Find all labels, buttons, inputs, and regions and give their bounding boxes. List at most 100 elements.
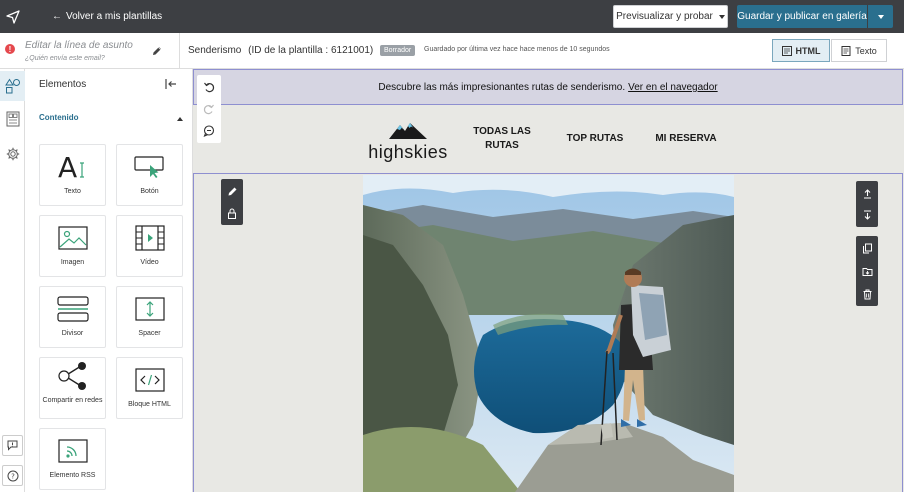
delete-block-button[interactable] xyxy=(859,286,875,302)
help-button[interactable]: ? xyxy=(2,465,23,486)
element-tile-text[interactable]: A Texto xyxy=(39,144,106,206)
nav-all-routes-line2: RUTAS xyxy=(485,140,519,151)
template-name: Senderismo xyxy=(188,45,242,56)
svg-text:?: ? xyxy=(11,472,15,480)
element-tile-spacer[interactable]: Spacer xyxy=(116,286,183,348)
element-tile-image[interactable]: Imagen xyxy=(39,215,106,277)
tile-label: Compartir en redes xyxy=(42,397,103,404)
layout-tab[interactable] xyxy=(0,104,25,134)
lock-icon xyxy=(228,208,236,219)
subject-line-input[interactable]: Editar la línea de asunto xyxy=(25,40,133,51)
tile-label: Spacer xyxy=(138,330,161,337)
template-info-bar: Senderismo (ID de la plantilla : 6121001… xyxy=(180,33,904,69)
view-html-label: HTML xyxy=(795,45,821,56)
alert-icon: ! xyxy=(5,44,15,54)
element-tile-button[interactable]: Botón xyxy=(116,144,183,206)
layout-icon xyxy=(6,111,19,127)
html-view-icon xyxy=(781,45,792,56)
nav-all-routes[interactable]: TODAS LAS RUTAS xyxy=(465,125,539,153)
move-down-icon xyxy=(863,209,871,220)
edit-block-button[interactable] xyxy=(224,183,240,199)
back-to-templates-label: Volver a mis plantillas xyxy=(66,11,163,22)
view-text-toggle[interactable]: Texto xyxy=(831,39,887,62)
share-icon xyxy=(57,362,86,390)
folder-save-icon xyxy=(862,267,872,276)
move-up-icon xyxy=(863,188,871,199)
pencil-icon[interactable] xyxy=(151,45,163,57)
block-actions-toolbar xyxy=(856,236,878,306)
email-header[interactable]: highskies TODAS LAS RUTAS TOP RUTAS MI R… xyxy=(193,105,904,173)
hero-image[interactable] xyxy=(363,175,734,492)
brand-logo: highskies xyxy=(367,119,449,163)
preheader-block[interactable]: Descubre las más impresionantes rutas de… xyxy=(193,69,903,105)
email-canvas[interactable]: Descubre las más impresionantes rutas de… xyxy=(193,69,904,492)
settings-tab[interactable] xyxy=(0,139,25,169)
elements-panel: Elementos Contenido A Texto Botón Imagen… xyxy=(25,69,193,492)
trash-icon xyxy=(863,289,871,299)
block-move-toolbar xyxy=(856,181,878,227)
text-view-icon xyxy=(841,45,851,56)
arrow-left-icon: ← xyxy=(52,11,62,22)
send-logo-icon[interactable] xyxy=(0,0,25,33)
view-html-toggle[interactable]: HTML xyxy=(772,39,830,62)
duplicate-block-button[interactable] xyxy=(859,240,875,256)
last-saved-text: Guardado por última vez hace hace menos … xyxy=(424,46,610,53)
gear-icon xyxy=(6,147,19,161)
template-id: (ID de la plantilla : 6121001) xyxy=(248,45,374,56)
feedback-icon xyxy=(7,440,18,451)
shapes-icon xyxy=(4,78,20,94)
element-tile-share[interactable]: Compartir en redes xyxy=(39,357,106,419)
chevron-up-icon xyxy=(177,117,183,121)
view-in-browser-link[interactable]: Ver en el navegador xyxy=(628,82,718,93)
subject-line-area: ! Editar la línea de asunto ¿Quién envía… xyxy=(0,33,180,69)
elements-tab[interactable] xyxy=(0,71,25,101)
nav-my-booking[interactable]: MI RESERVA xyxy=(648,132,724,146)
collapse-panel-button[interactable] xyxy=(164,77,178,91)
move-block-down-button[interactable] xyxy=(859,207,875,223)
html-block-icon xyxy=(134,368,165,392)
undo-icon xyxy=(204,82,215,93)
text-icon: A xyxy=(58,153,84,181)
help-icon: ? xyxy=(7,470,18,481)
top-bar: ← Volver a mis plantillas Previsualizar … xyxy=(0,0,904,33)
preheader-text: Descubre las más impresionantes rutas de… xyxy=(378,81,626,93)
pencil-icon xyxy=(228,187,236,195)
hiker-lake-photo xyxy=(363,175,734,492)
nav-all-routes-line1: TODAS LAS xyxy=(473,126,531,137)
button-icon xyxy=(133,156,164,178)
preview-label: Previsualizar y probar xyxy=(616,11,713,22)
element-tile-video[interactable]: Vídeo xyxy=(116,215,183,277)
copy-icon xyxy=(862,243,872,253)
view-text-label: Texto xyxy=(855,45,877,56)
preview-and-test-button[interactable]: Previsualizar y probar xyxy=(613,5,728,28)
collapse-left-icon xyxy=(165,79,176,89)
hero-image-block[interactable] xyxy=(193,173,903,492)
back-to-templates-link[interactable]: ← Volver a mis plantillas xyxy=(52,0,162,33)
element-tile-rss[interactable]: Elemento RSS xyxy=(39,428,106,490)
lock-block-button[interactable] xyxy=(224,205,240,221)
element-tile-divider[interactable]: Divisor xyxy=(39,286,106,348)
nav-top-routes[interactable]: TOP RUTAS xyxy=(559,132,631,146)
content-section-header[interactable]: Contenido xyxy=(25,105,193,129)
rss-icon xyxy=(57,439,88,463)
brand-name: highskies xyxy=(368,142,448,162)
tile-label: Texto xyxy=(64,188,81,195)
undo-button[interactable] xyxy=(201,79,217,95)
svg-text:A: A xyxy=(58,153,77,181)
divider-icon xyxy=(56,296,89,322)
spacer-icon xyxy=(134,297,165,321)
save-and-publish-button[interactable]: Guardar y publicar en galería xyxy=(737,5,867,28)
tile-label: Botón xyxy=(140,188,159,195)
panel-title: Elementos xyxy=(39,79,87,90)
element-tile-html-block[interactable]: Bloque HTML xyxy=(116,357,183,419)
save-block-button[interactable] xyxy=(859,263,875,279)
sender-hint[interactable]: ¿Quién envía este email? xyxy=(25,55,105,62)
tile-label: Divisor xyxy=(61,330,84,337)
mountain-logo-icon xyxy=(389,123,427,139)
move-block-up-button[interactable] xyxy=(859,185,875,201)
save-options-dropdown[interactable] xyxy=(868,5,893,28)
chevron-down-icon xyxy=(877,14,884,19)
feedback-button[interactable] xyxy=(2,435,23,456)
tile-label: Vídeo xyxy=(140,259,159,266)
left-rail: ? xyxy=(0,69,25,492)
